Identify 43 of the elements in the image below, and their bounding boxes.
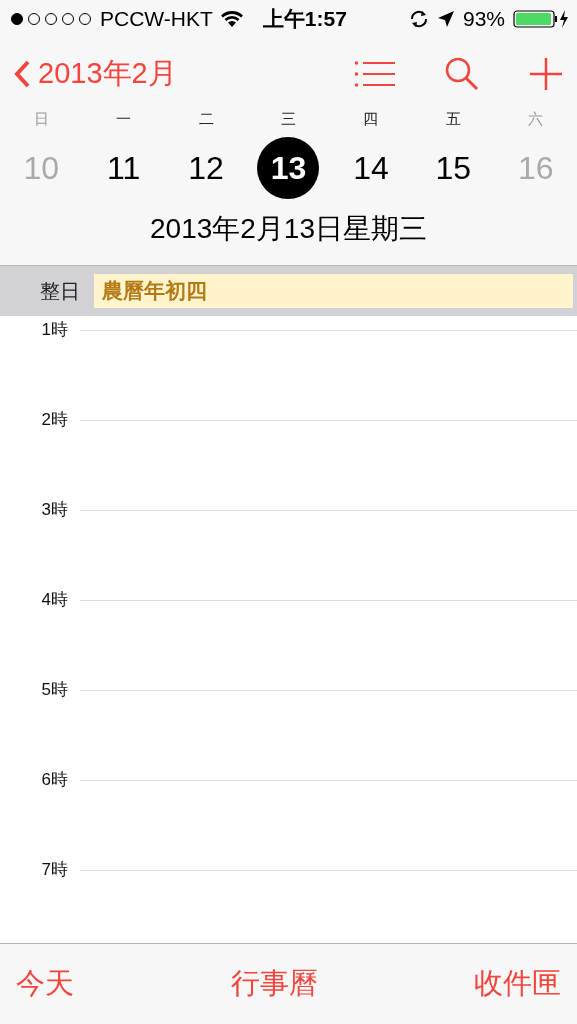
weekday-label: 三	[280, 110, 297, 129]
day-button[interactable]: 12	[175, 137, 238, 199]
list-button[interactable]	[355, 61, 395, 87]
weekday-label: 五	[444, 110, 462, 129]
sync-icon	[408, 10, 429, 28]
weekday-label: 日	[32, 110, 50, 129]
day-button[interactable]: 14	[339, 137, 402, 199]
hour-label: 3時	[40, 500, 69, 520]
tab-bar-button[interactable]: 行事曆	[230, 964, 318, 1004]
wifi-icon	[220, 11, 243, 27]
list-icon	[355, 61, 395, 87]
weekday-label: 二	[197, 110, 215, 129]
day-button[interactable]: 13	[257, 137, 320, 199]
selected-date-title: 2013年2月13日星期三	[149, 212, 428, 246]
hour-label: 5時	[40, 680, 69, 700]
weekday-label: 一	[115, 110, 133, 129]
all-day-label: 整日	[39, 278, 81, 304]
day-button[interactable]: 15	[422, 137, 485, 199]
weekday-label: 六	[527, 110, 545, 129]
day-button[interactable]: 11	[92, 137, 155, 199]
tab-bar-button[interactable]: 收件匣	[474, 964, 561, 1004]
search-icon	[445, 57, 479, 91]
hour-label: 2時	[40, 410, 69, 430]
hour-label: 7時	[40, 860, 69, 880]
all-day-event[interactable]: 農曆年初四	[94, 274, 573, 308]
battery-percent: 93%	[462, 7, 505, 31]
hour-label: 6時	[40, 770, 69, 790]
signal-icon	[10, 12, 92, 26]
day-button[interactable]: 16	[504, 137, 567, 199]
carrier-name: PCCW-HKT	[100, 7, 213, 31]
plus-icon	[529, 57, 563, 91]
location-arrow-icon	[436, 10, 455, 28]
add-button[interactable]	[529, 57, 563, 91]
battery-charging-icon	[513, 9, 569, 29]
back-button[interactable]: 2013年2月	[14, 54, 177, 94]
hour-label: 1時	[40, 320, 69, 340]
hour-label: 4時	[40, 590, 69, 610]
weekday-label: 四	[362, 110, 380, 129]
clock-time: 上午1:57	[262, 6, 347, 32]
chevron-left-icon	[14, 60, 30, 88]
day-button[interactable]: 10	[10, 137, 73, 199]
tab-bar-button[interactable]: 今天	[16, 964, 74, 1004]
search-button[interactable]	[445, 57, 479, 91]
